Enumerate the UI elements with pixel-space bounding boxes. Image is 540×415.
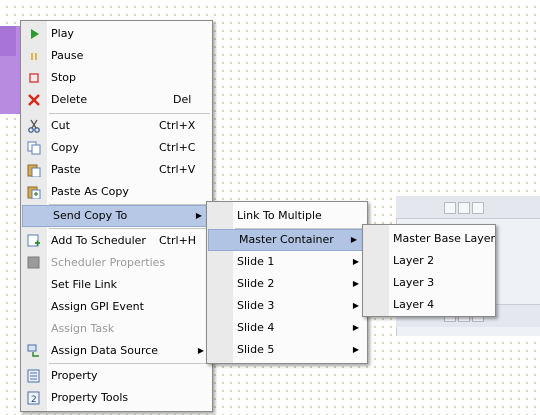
cut-icon bbox=[27, 119, 41, 133]
add-to-scheduler-icon bbox=[27, 234, 41, 248]
menu-item-label: Master Container bbox=[239, 233, 334, 246]
menu-item-label: Set File Link bbox=[51, 278, 117, 291]
menu-item-assign-data-source[interactable]: Assign Data Source ▶ bbox=[21, 340, 212, 362]
paste-icon bbox=[27, 163, 41, 178]
delete-icon bbox=[27, 93, 41, 107]
menu-item-scheduler-properties[interactable]: Scheduler Properties bbox=[21, 252, 212, 274]
pause-icon bbox=[27, 49, 41, 63]
menu-separator bbox=[49, 363, 210, 364]
menu-item-slide-5[interactable]: Slide 5 ▶ bbox=[207, 339, 367, 361]
menu-item-delete[interactable]: Delete Del bbox=[21, 89, 212, 111]
stop-icon bbox=[27, 71, 41, 85]
menu-item-shortcut: Del bbox=[173, 93, 192, 106]
svg-text:2: 2 bbox=[31, 395, 37, 405]
menu-item-label: Copy bbox=[51, 141, 79, 154]
submenu-arrow-icon: ▶ bbox=[352, 323, 359, 332]
paste-as-copy-icon bbox=[27, 185, 41, 200]
submenu-arrow-icon: ▶ bbox=[352, 301, 359, 310]
play-icon bbox=[27, 27, 41, 41]
menu-item-label: Delete bbox=[51, 93, 88, 106]
menu-item-master-base-layer[interactable]: Master Base Layer bbox=[363, 228, 495, 250]
menu-item-label: Assign GPI Event bbox=[51, 300, 144, 313]
menu-item-label: Slide 1 bbox=[237, 255, 275, 268]
data-source-icon bbox=[27, 344, 41, 358]
background-checkbox bbox=[472, 202, 484, 214]
menu-item-label: Layer 3 bbox=[393, 276, 435, 289]
menu-item-property-tools[interactable]: 2 Property Tools bbox=[21, 387, 212, 409]
menu-item-label: Property bbox=[51, 369, 98, 382]
menu-item-slide-3[interactable]: Slide 3 ▶ bbox=[207, 295, 367, 317]
menu-item-label: Scheduler Properties bbox=[51, 256, 166, 269]
submenu-arrow-icon: ▶ bbox=[352, 279, 359, 288]
menu-item-label: Link To Multiple bbox=[237, 209, 322, 222]
menu-item-play[interactable]: Play bbox=[21, 23, 212, 45]
menu-item-assign-gpi-event[interactable]: Assign GPI Event bbox=[21, 296, 212, 318]
menu-item-cut[interactable]: Cut Ctrl+X bbox=[21, 115, 212, 137]
background-checkbox bbox=[458, 202, 470, 214]
menu-item-label: Slide 2 bbox=[237, 277, 275, 290]
menu-item-paste[interactable]: Paste Ctrl+V bbox=[21, 159, 212, 181]
menu-item-shortcut: Ctrl+C bbox=[159, 141, 196, 154]
menu-item-add-to-scheduler[interactable]: Add To Scheduler Ctrl+H bbox=[21, 230, 212, 252]
menu-item-label: Pause bbox=[51, 49, 84, 62]
menu-item-label: Layer 4 bbox=[393, 298, 435, 311]
menu-item-shortcut: Ctrl+X bbox=[159, 119, 196, 132]
menu-item-layer-3[interactable]: Layer 3 bbox=[363, 272, 495, 294]
submenu-arrow-icon: ▶ bbox=[195, 211, 202, 220]
scheduler-properties-icon bbox=[27, 256, 41, 270]
menu-item-layer-4[interactable]: Layer 4 bbox=[363, 294, 495, 316]
copy-icon bbox=[27, 141, 41, 155]
property-tools-icon: 2 bbox=[27, 391, 41, 405]
menu-item-link-to-multiple[interactable]: Link To Multiple bbox=[207, 205, 367, 227]
submenu-arrow-icon: ▶ bbox=[350, 235, 357, 244]
menu-item-set-file-link[interactable]: Set File Link bbox=[21, 274, 212, 296]
menu-item-send-copy-to[interactable]: Send Copy To ▶ bbox=[22, 205, 211, 227]
menu-item-label: Paste As Copy bbox=[51, 185, 129, 198]
menu-item-copy[interactable]: Copy Ctrl+C bbox=[21, 137, 212, 159]
background-object-purple-dark bbox=[0, 26, 16, 56]
menu-separator bbox=[49, 113, 210, 114]
menu-item-paste-as-copy[interactable]: Paste As Copy bbox=[21, 181, 212, 203]
menu-item-slide-4[interactable]: Slide 4 ▶ bbox=[207, 317, 367, 339]
menu-item-slide-2[interactable]: Slide 2 ▶ bbox=[207, 273, 367, 295]
menu-item-label: Play bbox=[51, 27, 74, 40]
menu-item-master-container[interactable]: Master Container ▶ bbox=[208, 229, 366, 251]
property-icon bbox=[27, 369, 41, 383]
menu-item-label: Property Tools bbox=[51, 391, 129, 404]
menu-item-label: Assign Data Source bbox=[51, 344, 159, 357]
menu-item-layer-2[interactable]: Layer 2 bbox=[363, 250, 495, 272]
menu-item-assign-task[interactable]: Assign Task bbox=[21, 318, 212, 340]
background-checkbox bbox=[444, 202, 456, 214]
master-container-submenu: Master Base Layer Layer 2 Layer 3 Layer … bbox=[362, 224, 496, 317]
menu-item-label: Send Copy To bbox=[53, 209, 128, 222]
menu-item-label: Slide 5 bbox=[237, 343, 275, 356]
menu-item-shortcut: Ctrl+V bbox=[159, 163, 196, 176]
send-copy-to-submenu: Link To Multiple Master Container ▶ Slid… bbox=[206, 201, 368, 364]
menu-item-shortcut: Ctrl+H bbox=[159, 234, 197, 247]
menu-item-label: Slide 4 bbox=[237, 321, 275, 334]
submenu-arrow-icon: ▶ bbox=[352, 345, 359, 354]
menu-item-label: Slide 3 bbox=[237, 299, 275, 312]
menu-separator bbox=[49, 228, 210, 229]
menu-item-label: Master Base Layer bbox=[393, 232, 496, 245]
submenu-arrow-icon: ▶ bbox=[352, 257, 359, 266]
submenu-arrow-icon: ▶ bbox=[197, 346, 204, 355]
menu-item-label: Cut bbox=[51, 119, 70, 132]
context-menu: Play Pause Stop Delete Del Cut Ctrl+X Co… bbox=[20, 20, 213, 412]
menu-item-label: Stop bbox=[51, 71, 77, 84]
menu-item-property[interactable]: Property bbox=[21, 365, 212, 387]
menu-item-pause[interactable]: Pause bbox=[21, 45, 212, 67]
menu-item-stop[interactable]: Stop bbox=[21, 67, 212, 89]
menu-item-label: Layer 2 bbox=[393, 254, 435, 267]
menu-item-slide-1[interactable]: Slide 1 ▶ bbox=[207, 251, 367, 273]
menu-item-label: Assign Task bbox=[51, 322, 115, 335]
menu-item-label: Add To Scheduler bbox=[51, 234, 146, 247]
menu-item-label: Paste bbox=[51, 163, 81, 176]
